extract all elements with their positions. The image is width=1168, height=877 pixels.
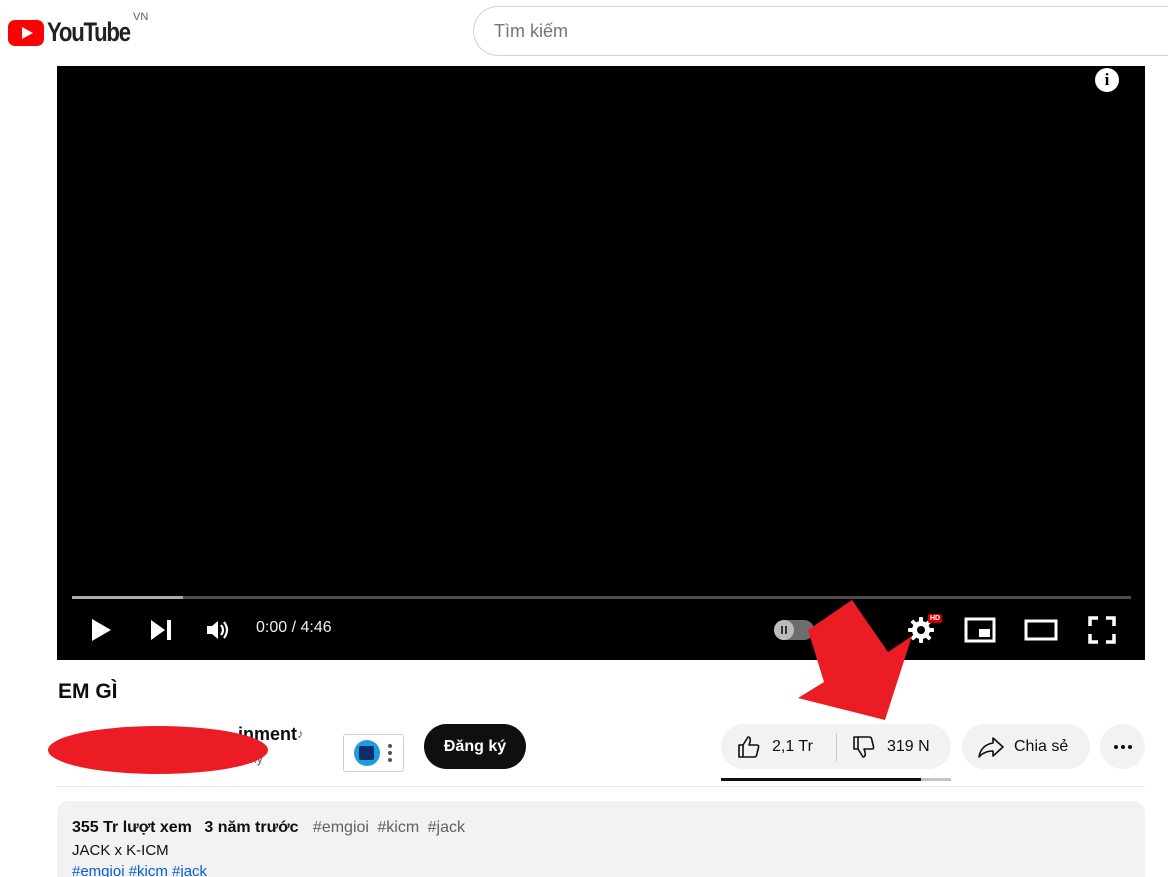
description-text: JACK x K-ICM: [72, 842, 169, 859]
info-icon[interactable]: i: [1095, 68, 1119, 92]
like-count: 2,1 Tr: [772, 737, 813, 755]
skip-next-icon: [151, 620, 171, 640]
vertical-dots-icon: [388, 744, 392, 762]
fullscreen-icon: [1088, 616, 1116, 644]
miniplayer-button[interactable]: [963, 614, 997, 646]
video-player[interactable]: i 0:00 / 4:46 HD: [57, 66, 1145, 660]
thumbs-down-icon: [853, 735, 875, 758]
time-display: 0:00 / 4:46: [256, 619, 332, 636]
upload-date: 3 năm trước: [204, 819, 299, 836]
section-divider: [57, 786, 1145, 787]
next-button[interactable]: [147, 614, 175, 646]
description-hashtags[interactable]: #emgioi #kicm #jack: [72, 863, 1130, 877]
hashtag-link[interactable]: #kicm: [377, 819, 419, 836]
like-dislike-group: 2,1 Tr 319 N: [721, 724, 951, 769]
hashtag-link[interactable]: #jack: [428, 819, 465, 836]
video-title: EM GÌ: [58, 680, 118, 703]
share-label: Chia sẻ: [1014, 737, 1069, 755]
dislike-button[interactable]: 319 N: [837, 734, 930, 760]
volume-button[interactable]: [204, 614, 234, 646]
theater-mode-button[interactable]: [1023, 614, 1059, 646]
progress-bar[interactable]: [72, 596, 1131, 599]
youtube-watch-page: YouTube VN i 0:00 / 4:46: [0, 0, 1168, 877]
dislike-count: 319 N: [887, 737, 930, 755]
more-dot: [1120, 744, 1125, 749]
thumbs-up-icon: [738, 735, 760, 758]
logo-text: YouTube: [47, 17, 131, 47]
description-meta: 355 Tr lượt xem 3 năm trước #emgioi #kic…: [72, 819, 1130, 837]
volume-icon: [207, 621, 229, 639]
more-dot: [1127, 744, 1132, 749]
youtube-play-logo-icon: [8, 19, 44, 46]
hashtag-link[interactable]: #emgioi: [313, 819, 369, 836]
like-ratio-fill: [721, 778, 922, 781]
buffered-progress: [72, 596, 184, 599]
theater-mode-icon: [1024, 619, 1058, 641]
extension-button[interactable]: [343, 734, 404, 772]
fullscreen-button[interactable]: [1087, 614, 1117, 646]
annotation-arrow-icon: [798, 600, 912, 720]
share-arrow-icon: [978, 736, 1004, 758]
more-actions-button[interactable]: [1100, 724, 1145, 769]
search-box: [473, 6, 1168, 56]
description-box[interactable]: 355 Tr lượt xem 3 năm trước #emgioi #kic…: [57, 801, 1145, 877]
extension-logo-icon: [354, 740, 380, 766]
like-ratio-bar: [721, 778, 951, 781]
youtube-logo[interactable]: YouTube VN: [8, 11, 148, 48]
share-button[interactable]: Chia sẻ: [962, 724, 1090, 769]
miniplayer-icon: [964, 617, 996, 643]
redaction-mark: [48, 726, 268, 774]
play-icon: [92, 619, 111, 641]
subscribe-button[interactable]: Đăng ký: [424, 724, 526, 769]
view-count: 355 Tr lượt xem: [72, 819, 192, 836]
like-button[interactable]: 2,1 Tr: [721, 734, 836, 760]
more-dot: [1113, 744, 1118, 749]
music-note-icon: ♪: [297, 726, 304, 741]
country-code: VN: [133, 11, 149, 23]
search-input[interactable]: [474, 7, 1168, 55]
play-button[interactable]: [87, 614, 115, 646]
